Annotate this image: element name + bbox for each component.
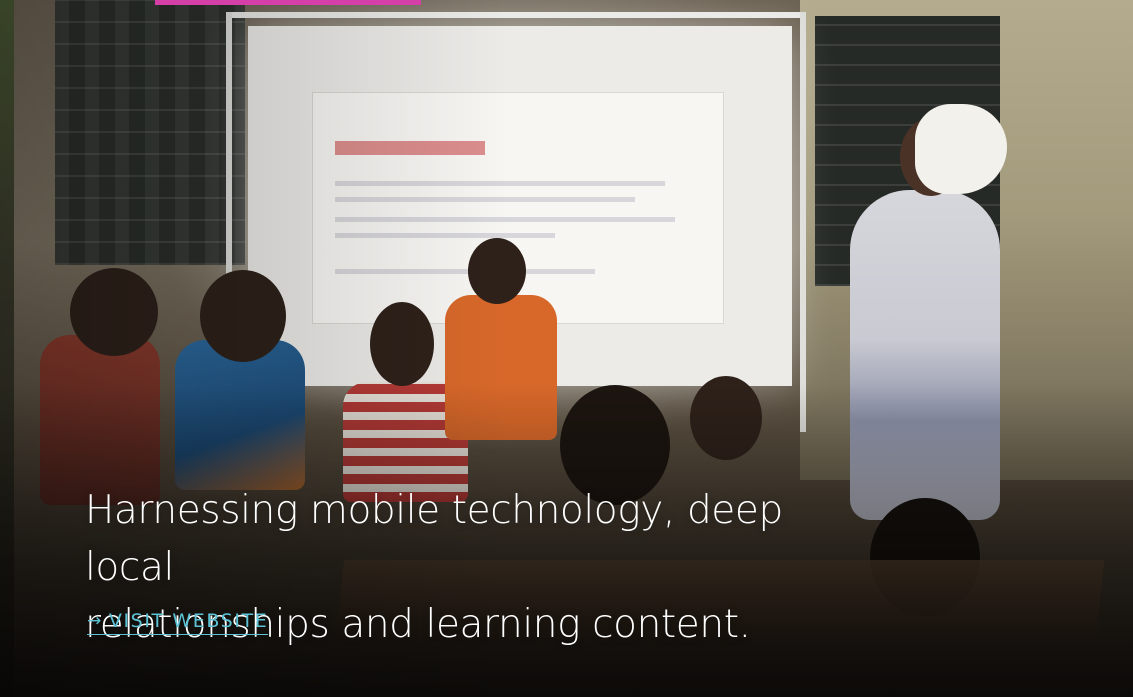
visit-website-link[interactable]: → VISIT WEBSITE [87, 610, 269, 635]
hero-banner: Harnessing mobile technology, deep local… [0, 0, 1133, 697]
arrow-right-icon: → [87, 611, 103, 631]
visit-website-label: VISIT WEBSITE [108, 610, 269, 632]
accent-tab [155, 0, 421, 5]
